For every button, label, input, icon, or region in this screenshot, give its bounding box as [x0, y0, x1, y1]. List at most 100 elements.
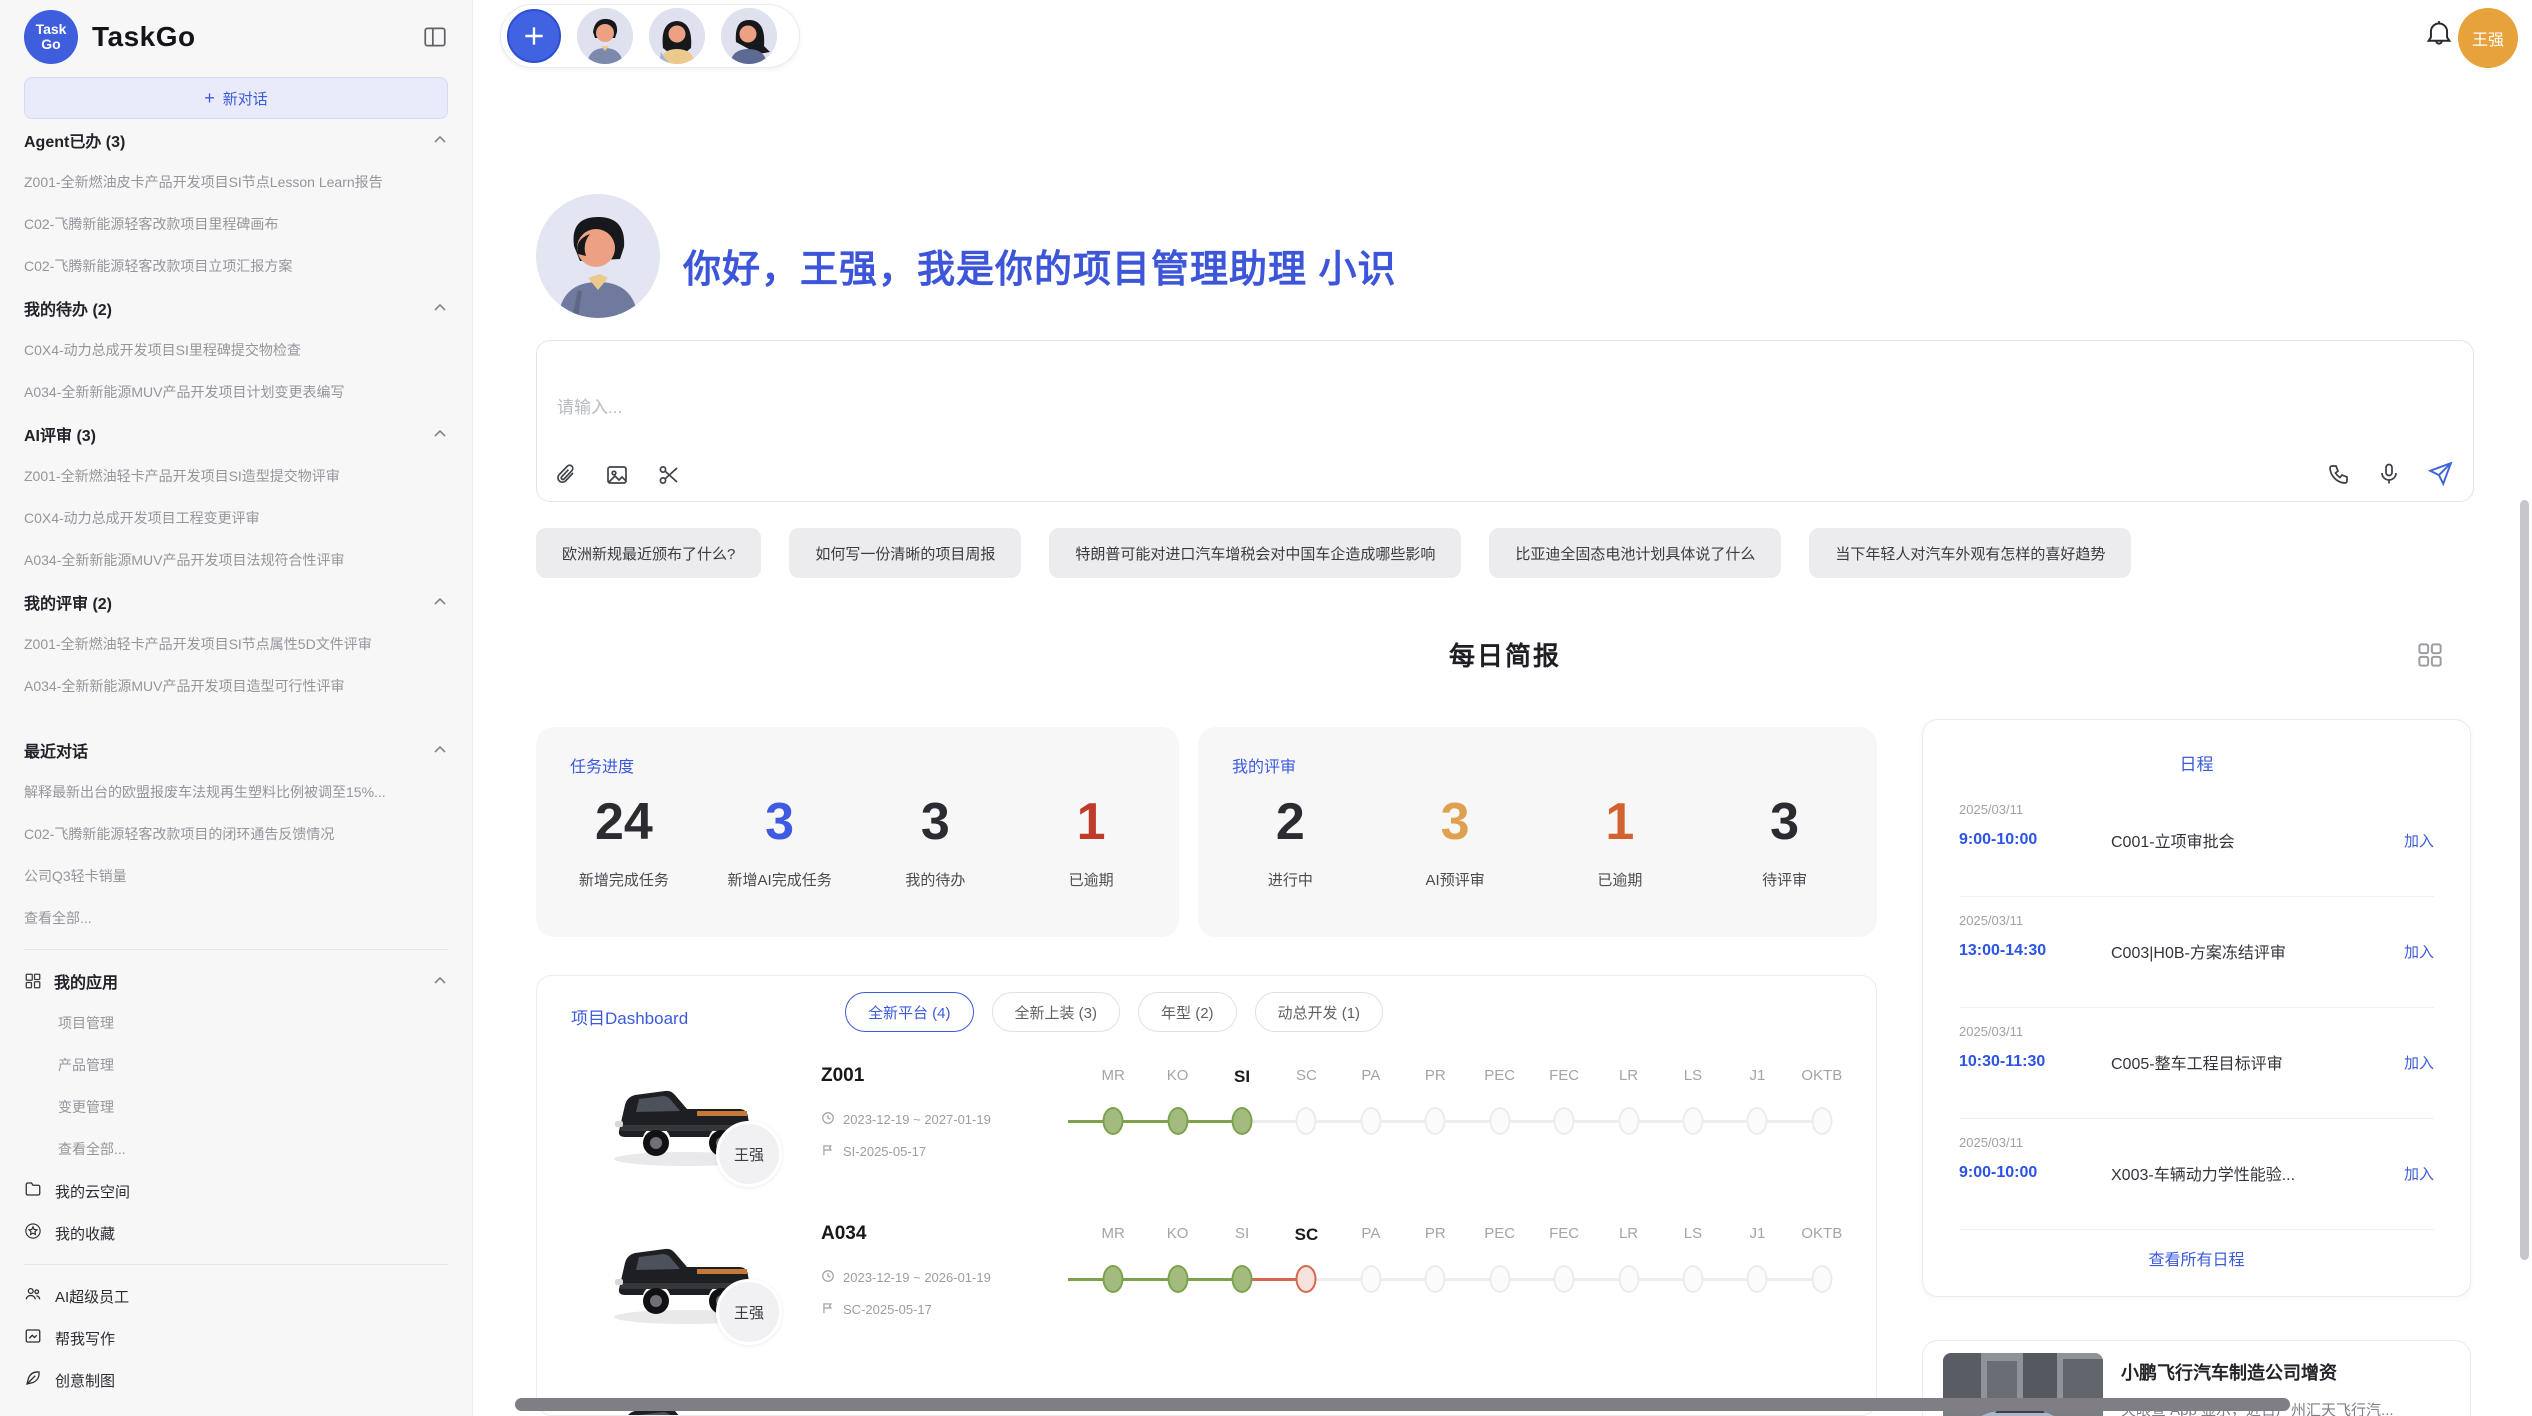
user-avatar[interactable]: 王强 [2458, 8, 2518, 68]
milestone-node[interactable] [1360, 1265, 1381, 1293]
app-item[interactable]: 项目管理 [24, 1002, 448, 1044]
add-agent-button[interactable] [507, 9, 561, 63]
sidebar-item-cloud-space[interactable]: 我的云空间 [24, 1170, 448, 1212]
milestone-node[interactable] [1232, 1265, 1253, 1293]
horizontal-scrollbar[interactable] [515, 1398, 2290, 1411]
my-review-stats: 2进行中3AI预评审1已逾期3待评审 [1208, 783, 1867, 919]
composer-input[interactable] [557, 393, 2297, 453]
greeting-text: 你好，王强，我是你的项目管理助理 小识 [683, 238, 1397, 293]
image-icon[interactable] [605, 463, 629, 487]
milestone-node[interactable] [1167, 1265, 1188, 1293]
recent-view-all-link[interactable]: 查看全部... [24, 897, 448, 939]
apps-view-all-link[interactable]: 查看全部... [24, 1128, 448, 1170]
recent-chat-item[interactable]: 公司Q3轻卡销量 [24, 855, 448, 897]
stat: 1已逾期 [1013, 783, 1169, 919]
sidebar-section-header-apps[interactable]: 我的应用 [24, 960, 448, 1002]
sidebar-item-ai-super-staff[interactable]: AI超级员工 [24, 1275, 448, 1317]
sidebar-section-header[interactable]: 我的评审 (2) [24, 581, 448, 623]
app-title: TaskGo [92, 21, 196, 53]
agent-avatar-1[interactable] [577, 8, 633, 64]
app-item[interactable]: 变更管理 [24, 1086, 448, 1128]
event-join-link[interactable]: 加入 [2404, 1163, 2434, 1184]
milestone-node[interactable] [1103, 1265, 1124, 1293]
recent-chat-item[interactable]: 解释最新出台的欧盟报废车法规再生塑料比例被调至15%... [24, 771, 448, 813]
event-name: C005-整车工程目标评审 [2111, 1050, 2404, 1074]
milestone-node[interactable] [1296, 1107, 1317, 1135]
event-join-link[interactable]: 加入 [2404, 941, 2434, 962]
dashboard-filter-pill[interactable]: 年型 (2) [1138, 992, 1237, 1032]
milestone-node[interactable] [1747, 1107, 1768, 1135]
stat: 3新增AI完成任务 [702, 783, 858, 919]
milestone-node[interactable] [1618, 1107, 1639, 1135]
composer-right-tools [2327, 461, 2453, 487]
sidebar-item[interactable]: Z001-全新燃油轻卡产品开发项目SI造型提交物评审 [24, 455, 448, 497]
milestone-label: FEC [1549, 1067, 1579, 1084]
suggestion-chip[interactable]: 比亚迪全固态电池计划具体说了什么 [1489, 528, 1781, 578]
new-chat-button[interactable]: + 新对话 [24, 77, 448, 119]
milestone-node[interactable] [1811, 1107, 1832, 1135]
sidebar-item[interactable]: A034-全新新能源MUV产品开发项目计划变更表编写 [24, 371, 448, 413]
suggestion-chip[interactable]: 当下年轻人对汽车外观有怎样的喜好趋势 [1809, 528, 2131, 578]
sidebar-item[interactable]: A034-全新新能源MUV产品开发项目法规符合性评审 [24, 539, 448, 581]
dashboard-filter-pill[interactable]: 全新平台 (4) [845, 992, 974, 1032]
milestone-node[interactable] [1232, 1107, 1253, 1135]
sidebar-item[interactable]: Z001-全新燃油皮卡产品开发项目SI节点Lesson Learn报告 [24, 161, 448, 203]
milestone-node[interactable] [1554, 1265, 1575, 1293]
dashboard-filter-pill[interactable]: 动总开发 (1) [1255, 992, 1384, 1032]
milestone-node[interactable] [1360, 1107, 1381, 1135]
vertical-scrollbar[interactable] [2520, 500, 2529, 1260]
notifications-bell-icon[interactable] [2425, 20, 2453, 55]
milestone-node[interactable] [1682, 1107, 1703, 1135]
sidebar-item[interactable]: Z001-全新燃油轻卡产品开发项目SI节点属性5D文件评审 [24, 623, 448, 665]
suggestion-chip[interactable]: 欧洲新规最近颁布了什么? [536, 528, 761, 578]
event-join-link[interactable]: 加入 [2404, 830, 2434, 851]
event-join-link[interactable]: 加入 [2404, 1052, 2434, 1073]
schedule-event: 2025/03/1113:00-14:30C003|H0B-方案冻结评审加入 [1959, 897, 2434, 1008]
sidebar-item-favorites[interactable]: 我的收藏 [24, 1212, 448, 1254]
milestone-node[interactable] [1296, 1265, 1317, 1293]
dashboard-filter-pill[interactable]: 全新上装 (3) [992, 992, 1121, 1032]
suggestion-chip[interactable]: 如何写一份清晰的项目周报 [789, 528, 1021, 578]
sidebar-item[interactable]: C0X4-动力总成开发项目工程变更评审 [24, 497, 448, 539]
milestone-node[interactable] [1167, 1107, 1188, 1135]
collapse-sidebar-icon[interactable] [422, 24, 448, 50]
phone-icon[interactable] [2327, 462, 2351, 486]
composer-left-tools [555, 463, 681, 487]
send-icon[interactable] [2427, 461, 2453, 487]
recent-chat-item[interactable]: C02-飞腾新能源轻客改款项目的闭环通告反馈情况 [24, 813, 448, 855]
app-item[interactable]: 产品管理 [24, 1044, 448, 1086]
milestone-node[interactable] [1425, 1265, 1446, 1293]
schedule-title: 日程 [1923, 750, 2470, 775]
milestone-node[interactable] [1682, 1265, 1703, 1293]
sidebar-item-creative-drawing[interactable]: 创意制图 [24, 1359, 448, 1401]
stat-label: 已逾期 [1597, 869, 1642, 890]
milestone-node[interactable] [1103, 1107, 1124, 1135]
scissors-icon[interactable] [657, 463, 681, 487]
milestone-node[interactable] [1554, 1107, 1575, 1135]
suggestion-chip[interactable]: 特朗普可能对进口汽车增税会对中国车企造成哪些影响 [1049, 528, 1461, 578]
sidebar-item[interactable]: A034-全新新能源MUV产品开发项目造型可行性评审 [24, 665, 448, 707]
milestone-label: SC [1296, 1067, 1317, 1084]
sidebar-item[interactable]: C0X4-动力总成开发项目SI里程碑提交物检查 [24, 329, 448, 371]
layout-grid-icon[interactable] [2415, 640, 2445, 675]
attachment-icon[interactable] [555, 463, 577, 487]
milestone-node[interactable] [1425, 1107, 1446, 1135]
milestone-node[interactable] [1489, 1107, 1510, 1135]
agent-avatar-3[interactable] [721, 8, 777, 64]
sidebar-section-header[interactable]: AI评审 (3) [24, 413, 448, 455]
sidebar-item[interactable]: C02-飞腾新能源轻客改款项目立项汇报方案 [24, 245, 448, 287]
sidebar-section-header[interactable]: Agent已办 (3) [24, 119, 448, 161]
milestone-node[interactable] [1489, 1265, 1510, 1293]
milestone-label: PR [1425, 1225, 1446, 1242]
sidebar-section-header-recent[interactable]: 最近对话 [24, 729, 448, 771]
sidebar-section-header[interactable]: 我的待办 (2) [24, 287, 448, 329]
schedule-view-all-link[interactable]: 查看所有日程 [1923, 1246, 2470, 1270]
milestone-node[interactable] [1747, 1265, 1768, 1293]
sidebar-item-help-me-write[interactable]: 帮我写作 [24, 1317, 448, 1359]
milestone-node[interactable] [1811, 1265, 1832, 1293]
milestone-node[interactable] [1618, 1265, 1639, 1293]
microphone-icon[interactable] [2377, 462, 2401, 486]
stat-label: 新增AI完成任务 [728, 869, 832, 890]
agent-avatar-2[interactable] [649, 8, 705, 64]
sidebar-item[interactable]: C02-飞腾新能源轻客改款项目里程碑画布 [24, 203, 448, 245]
